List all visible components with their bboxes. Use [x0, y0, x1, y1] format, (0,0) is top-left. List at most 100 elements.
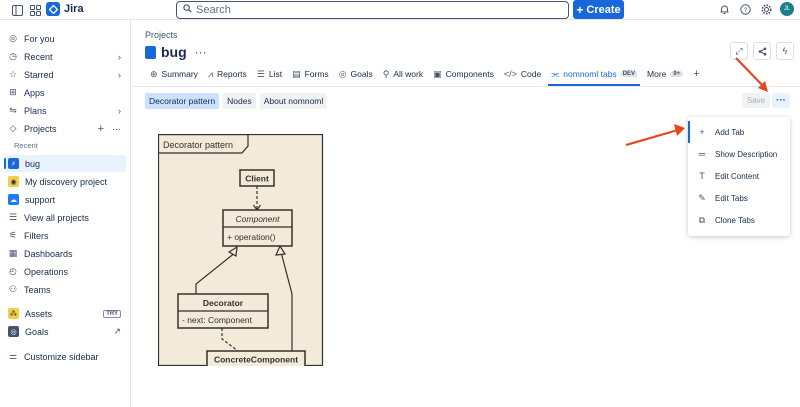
menu-item-show-description[interactable]: ═ Show Description — [688, 143, 790, 165]
top-bar: Jira Search + Create ? JL — [0, 0, 800, 20]
external-link-icon[interactable]: ↗ — [113, 326, 121, 337]
star-icon: ☆ — [8, 69, 18, 79]
tab-all-work[interactable]: ⚲ All work — [378, 64, 428, 84]
sidebar-item-label: For you — [24, 33, 55, 44]
nomnoml-icon: ⫘ — [551, 68, 560, 79]
projects-more-icon[interactable]: ··· — [112, 124, 121, 134]
component-label: Component — [236, 214, 281, 224]
tab-reports[interactable]: ⩘ Reports — [203, 64, 252, 84]
sidebar-item-apps[interactable]: ⊞ Apps — [4, 84, 126, 101]
sidebar-item-plans[interactable]: ⇋ Plans › — [4, 102, 126, 119]
add-project-icon[interactable]: + — [98, 123, 104, 135]
goals-icon: ◎ — [8, 326, 19, 337]
sidebar-item-label: support — [25, 194, 56, 205]
notifications-bell-icon[interactable] — [717, 2, 731, 16]
tab-goals[interactable]: ◎ Goals — [334, 64, 378, 84]
sidebar-item-goals[interactable]: ◎ Goals ↗ — [4, 323, 126, 340]
sidebar-item-customize[interactable]: ⚌ Customize sidebar — [4, 348, 126, 365]
reports-icon: ⩘ — [207, 68, 213, 79]
app-switcher-icon[interactable] — [28, 3, 42, 17]
lightning-icon[interactable]: ϟ — [776, 42, 794, 60]
projects-icon: ◇ — [9, 123, 17, 133]
sidebar-item-dashboards[interactable]: ▦ Dashboards — [4, 245, 126, 262]
component-operation: + operation() — [227, 232, 276, 242]
nomnoml-diagram: Decorator pattern Client Component + ope… — [158, 134, 324, 366]
sidebar-project-bug[interactable]: ⚡ bug — [4, 155, 126, 172]
search-icon — [183, 4, 192, 16]
add-tab-button[interactable]: + — [688, 64, 704, 84]
sidebar-item-label: Recent — [24, 51, 53, 62]
tab-code[interactable]: </> Code — [499, 64, 546, 84]
subtab-about-nomnoml[interactable]: About nomnoml — [259, 93, 328, 109]
sidebar-item-for-you[interactable]: ◎ For you — [4, 30, 126, 47]
concrete-label: ConcreteComponent — [214, 355, 298, 365]
more-actions-button[interactable]: ··· — [772, 93, 790, 108]
tab-label: Reports — [217, 69, 247, 79]
sidebar-item-label: Apps — [24, 87, 45, 98]
user-avatar[interactable]: JL — [780, 2, 794, 16]
menu-item-edit-tabs[interactable]: ✎ Edit Tabs — [688, 187, 790, 209]
sidebar: ◎ For you ◷ Recent › ☆ Starred › ⊞ Apps … — [0, 20, 131, 407]
project-support-icon: ☁ — [8, 194, 19, 205]
tab-forms[interactable]: ▤ Forms — [287, 64, 334, 84]
sidebar-toggle-icon[interactable] — [10, 3, 24, 17]
teams-icon: ⚇ — [8, 284, 18, 294]
tab-list[interactable]: ☰ List — [252, 64, 287, 84]
sidebar-item-teams[interactable]: ⚇ Teams — [4, 281, 126, 298]
plans-icon: ⇋ — [9, 105, 17, 115]
menu-item-clone-tabs[interactable]: ⧉ Clone Tabs — [688, 209, 790, 231]
chevron-right-icon[interactable]: › — [118, 106, 121, 116]
chevron-right-icon[interactable]: › — [118, 52, 121, 62]
annotation-arrow-to-more-button — [735, 57, 768, 92]
assets-icon: ⁂ — [8, 308, 19, 319]
sidebar-item-starred[interactable]: ☆ Starred › — [4, 66, 126, 83]
sidebar-view-all-projects[interactable]: ☰ View all projects — [4, 209, 126, 226]
menu-item-label: Edit Tabs — [715, 193, 748, 203]
menu-item-label: Edit Content — [715, 171, 760, 181]
sidebar-item-recent[interactable]: ◷ Recent › — [4, 48, 126, 65]
sidebar-item-label: Plans — [24, 105, 47, 116]
tab-components[interactable]: ▣ Components — [428, 64, 499, 84]
settings-gear-icon[interactable] — [759, 2, 773, 16]
chevron-right-icon[interactable]: › — [118, 70, 121, 80]
subtab-decorator-pattern[interactable]: Decorator pattern — [145, 93, 220, 109]
tab-nomnoml-tabs[interactable]: ⫘ nomnoml tabs DEV — [546, 64, 642, 86]
project-bug-icon — [145, 45, 156, 59]
project-tabs: ⊕ Summary ⩘ Reports ☰ List ▤ Forms ◎ Goals ⚲ A… — [145, 64, 705, 86]
sidebar-item-projects[interactable]: ◇ Projects + ··· — [4, 120, 126, 137]
subtab-nodes[interactable]: Nodes — [223, 93, 256, 109]
title-more-button[interactable]: ··· — [195, 45, 207, 59]
menu-item-label: Clone Tabs — [715, 215, 755, 225]
dashboard-icon: ▦ — [8, 248, 18, 258]
project-bug-icon: ⚡ — [8, 158, 19, 169]
annotation-arrow-to-add-tab — [625, 124, 685, 147]
breadcrumb[interactable]: Projects — [145, 30, 178, 40]
package-label: Decorator pattern — [163, 140, 233, 150]
sidebar-item-filters[interactable]: ⚟ Filters — [4, 227, 126, 244]
operations-icon: ◴ — [9, 266, 17, 276]
sidebar-item-assets[interactable]: ⁂ Assets TRY — [4, 305, 126, 322]
tab-summary[interactable]: ⊕ Summary — [145, 64, 203, 84]
jira-logo[interactable]: Jira — [46, 2, 84, 16]
svg-text:?: ? — [743, 7, 747, 14]
help-icon[interactable]: ? — [738, 2, 752, 16]
sidebar-item-operations[interactable]: ◴ Operations — [4, 263, 126, 280]
menu-item-edit-content[interactable]: T Edit Content — [688, 165, 790, 187]
tab-more[interactable]: More 9+ — [642, 64, 688, 84]
more-actions-menu: + Add Tab ═ Show Description T Edit Cont… — [688, 117, 790, 236]
sidebar-project-support[interactable]: ☁ support — [4, 191, 126, 208]
forms-icon: ▤ — [292, 68, 301, 79]
sidebar-project-discovery[interactable]: ◉ My discovery project — [4, 173, 126, 190]
tab-label: Forms — [304, 69, 329, 79]
tab-label: Summary — [161, 69, 198, 79]
page-title: bug — [161, 44, 187, 60]
apps-icon: ⊞ — [9, 87, 17, 97]
create-button[interactable]: + Create — [573, 0, 624, 19]
menu-item-label: Show Description — [715, 149, 778, 159]
client-label: Client — [245, 174, 269, 184]
edit-icon: ✎ — [698, 192, 706, 203]
menu-item-add-tab[interactable]: + Add Tab — [688, 121, 790, 143]
search-input[interactable]: Search — [176, 1, 569, 19]
sidebar-item-label: Filters — [24, 230, 49, 241]
plus-icon: + — [576, 2, 584, 17]
